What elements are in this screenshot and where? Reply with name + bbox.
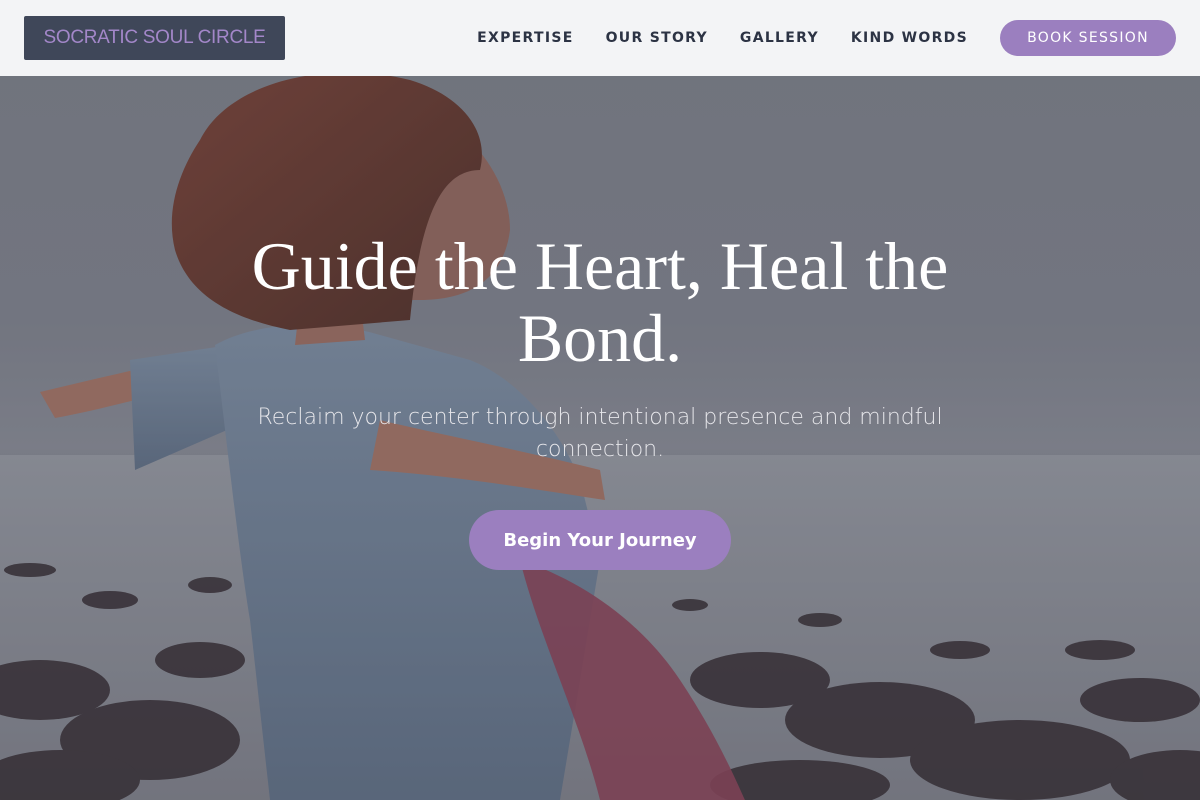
hero-content: Guide the Heart, Heal the Bond. Reclaim …: [0, 230, 1200, 570]
site-header: SOCRATIC SOUL CIRCLE EXPERTISE OUR STORY…: [0, 0, 1200, 76]
main-nav: EXPERTISE OUR STORY GALLERY KIND WORDS B…: [445, 20, 1176, 56]
nav-link-our-story[interactable]: OUR STORY: [606, 30, 708, 46]
brand-logo[interactable]: SOCRATIC SOUL CIRCLE: [24, 16, 285, 60]
nav-link-expertise[interactable]: EXPERTISE: [477, 30, 573, 46]
book-session-button[interactable]: BOOK SESSION: [1000, 20, 1176, 56]
nav-link-kind-words[interactable]: KIND WORDS: [851, 30, 968, 46]
begin-journey-button[interactable]: Begin Your Journey: [469, 510, 731, 570]
nav-link-gallery[interactable]: GALLERY: [740, 30, 819, 46]
hero-title: Guide the Heart, Heal the Bond.: [251, 228, 949, 376]
hero-subtitle: Reclaim your center through intentional …: [257, 405, 943, 462]
